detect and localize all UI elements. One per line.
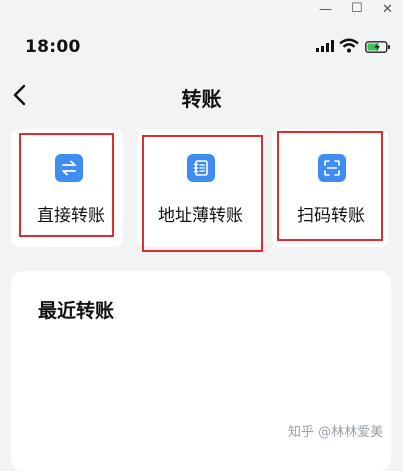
direct-transfer-card[interactable]: [11, 129, 123, 247]
minimize-icon[interactable]: —: [319, 2, 332, 17]
recent-transfers-title: 最近转账: [38, 300, 115, 322]
direct-transfer-label: 直接转账: [37, 206, 105, 226]
scan-transfer-card[interactable]: [272, 129, 388, 247]
window-title-bar: — ☐ ✕: [0, 0, 403, 22]
watermark: 知乎 @林林爱美: [288, 425, 384, 440]
page-title: 转账: [181, 87, 222, 111]
address-book-transfer-card[interactable]: [137, 129, 265, 247]
scan-code-icon: [318, 154, 346, 182]
close-icon[interactable]: ✕: [382, 2, 393, 17]
address-book-transfer-label: 地址薄转账: [158, 206, 243, 226]
cellular-signal-icon: [316, 40, 334, 52]
wifi-icon: [339, 38, 359, 53]
transfer-arrows-icon: [55, 154, 83, 182]
maximize-icon[interactable]: ☐: [351, 1, 363, 16]
address-book-icon: [187, 154, 215, 182]
status-time: 18:00: [25, 37, 81, 57]
battery-charging-icon: [365, 41, 390, 53]
scan-transfer-label: 扫码转账: [297, 206, 365, 226]
